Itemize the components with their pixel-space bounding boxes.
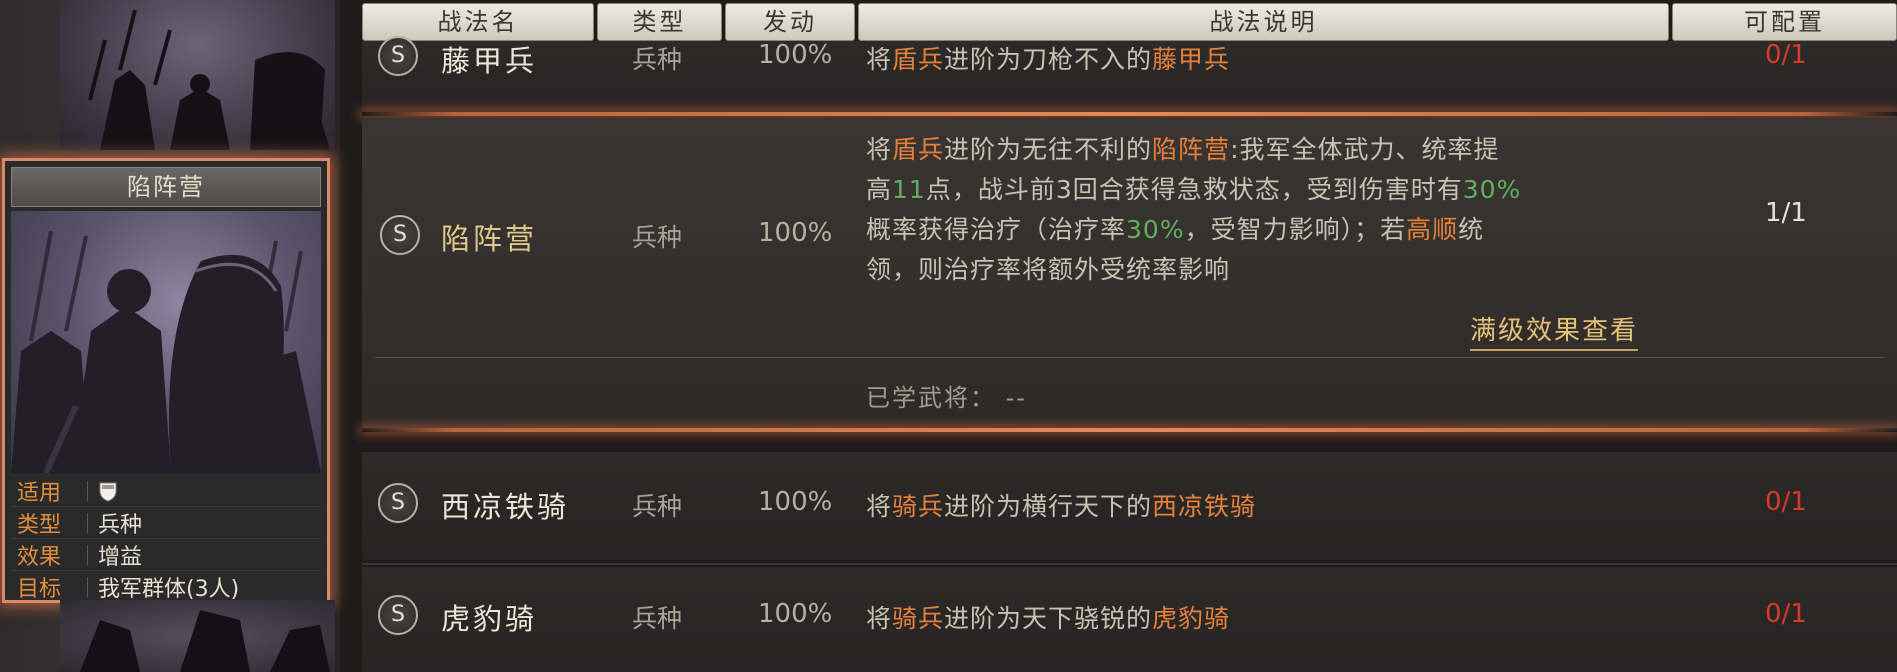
tactic-card-above[interactable]	[60, 0, 335, 150]
card-title: 陷阵营	[11, 167, 321, 207]
row-divider	[362, 563, 1897, 565]
tactic-trigger: 100%	[758, 218, 833, 248]
grade-badge: S	[378, 36, 418, 76]
header-configurable[interactable]: 可配置	[1672, 3, 1897, 41]
card-stats: 适用 类型 兵种 效果 增益 目标 我军群体(3人)	[11, 475, 321, 602]
tactic-description: 将骑兵进阶为天下骁锐的虎豹骑	[866, 604, 1231, 633]
selected-tactic-card: 陷阵营 适用 类型 兵种 效果 增益 目标 我军群体(3人)	[2, 158, 330, 603]
learned-generals: 已学武将： --	[866, 384, 1027, 412]
troop-silhouette-art	[11, 230, 321, 473]
stat-target: 目标 我军群体(3人)	[17, 576, 240, 602]
tactic-trigger: 100%	[758, 487, 833, 517]
tactic-description: 将盾兵进阶为无往不利的陷阵营:我军全体武力、统率提 高11点，战斗前3回合获得急…	[866, 135, 1522, 284]
stat-effect: 效果 增益	[11, 539, 321, 571]
selection-bottom-border	[362, 428, 1897, 432]
divider	[375, 357, 1885, 358]
tactic-card-below[interactable]	[60, 600, 335, 672]
selection-top-border	[362, 112, 1897, 116]
tactic-type: 兵种	[632, 45, 683, 74]
tactic-name: 陷阵营	[441, 222, 538, 256]
shield-icon	[99, 482, 117, 502]
soldier-silhouette-art	[80, 610, 330, 672]
tactic-type: 兵种	[632, 223, 683, 252]
grade-badge: S	[378, 595, 418, 635]
tactic-name: 藤甲兵	[441, 44, 538, 78]
header-description[interactable]: 战法说明	[858, 3, 1669, 41]
tactic-description: 将骑兵进阶为横行天下的西凉铁骑	[866, 492, 1257, 521]
grade-badge: S	[378, 483, 418, 523]
header-type[interactable]: 类型	[597, 3, 722, 41]
header-trigger[interactable]: 发动	[725, 3, 855, 41]
config-count: 0/1	[1765, 487, 1807, 517]
tactic-name: 西凉铁骑	[441, 490, 570, 524]
config-count: 0/1	[1765, 599, 1807, 629]
tactic-description: 将盾兵进阶为刀枪不入的藤甲兵	[866, 45, 1231, 74]
stat-applicable: 适用	[11, 475, 321, 507]
tactic-type: 兵种	[632, 492, 683, 521]
tactic-type: 兵种	[632, 604, 683, 633]
tactic-trigger: 100%	[758, 599, 833, 629]
grade-badge: S	[380, 215, 420, 255]
stat-type: 类型 兵种	[11, 507, 321, 539]
tactic-name: 虎豹骑	[441, 602, 538, 636]
card-art	[11, 211, 321, 473]
max-level-effect-link[interactable]: 满级效果查看	[1470, 310, 1639, 351]
config-count: 1/1	[1765, 198, 1807, 228]
soldier-silhouette-art	[88, 9, 330, 150]
tactic-trigger: 100%	[758, 40, 833, 70]
config-count: 0/1	[1765, 40, 1807, 70]
